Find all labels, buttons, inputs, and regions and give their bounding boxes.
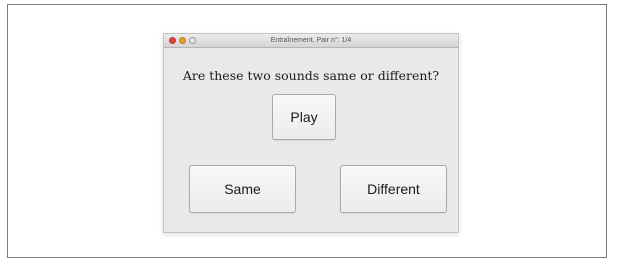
window-title: Entraînement, Pair n°: 1/4 bbox=[270, 37, 352, 44]
figure-frame: Entraînement, Pair n°: 1/4 Are these two… bbox=[7, 4, 607, 258]
play-button[interactable]: Play bbox=[272, 94, 336, 140]
dialog-window: Entraînement, Pair n°: 1/4 Are these two… bbox=[163, 33, 459, 233]
question-text: Are these two sounds same or different? bbox=[182, 68, 440, 83]
same-button[interactable]: Same bbox=[189, 165, 296, 213]
different-button[interactable]: Different bbox=[340, 165, 447, 213]
title-bar: Entraînement, Pair n°: 1/4 bbox=[164, 34, 458, 48]
